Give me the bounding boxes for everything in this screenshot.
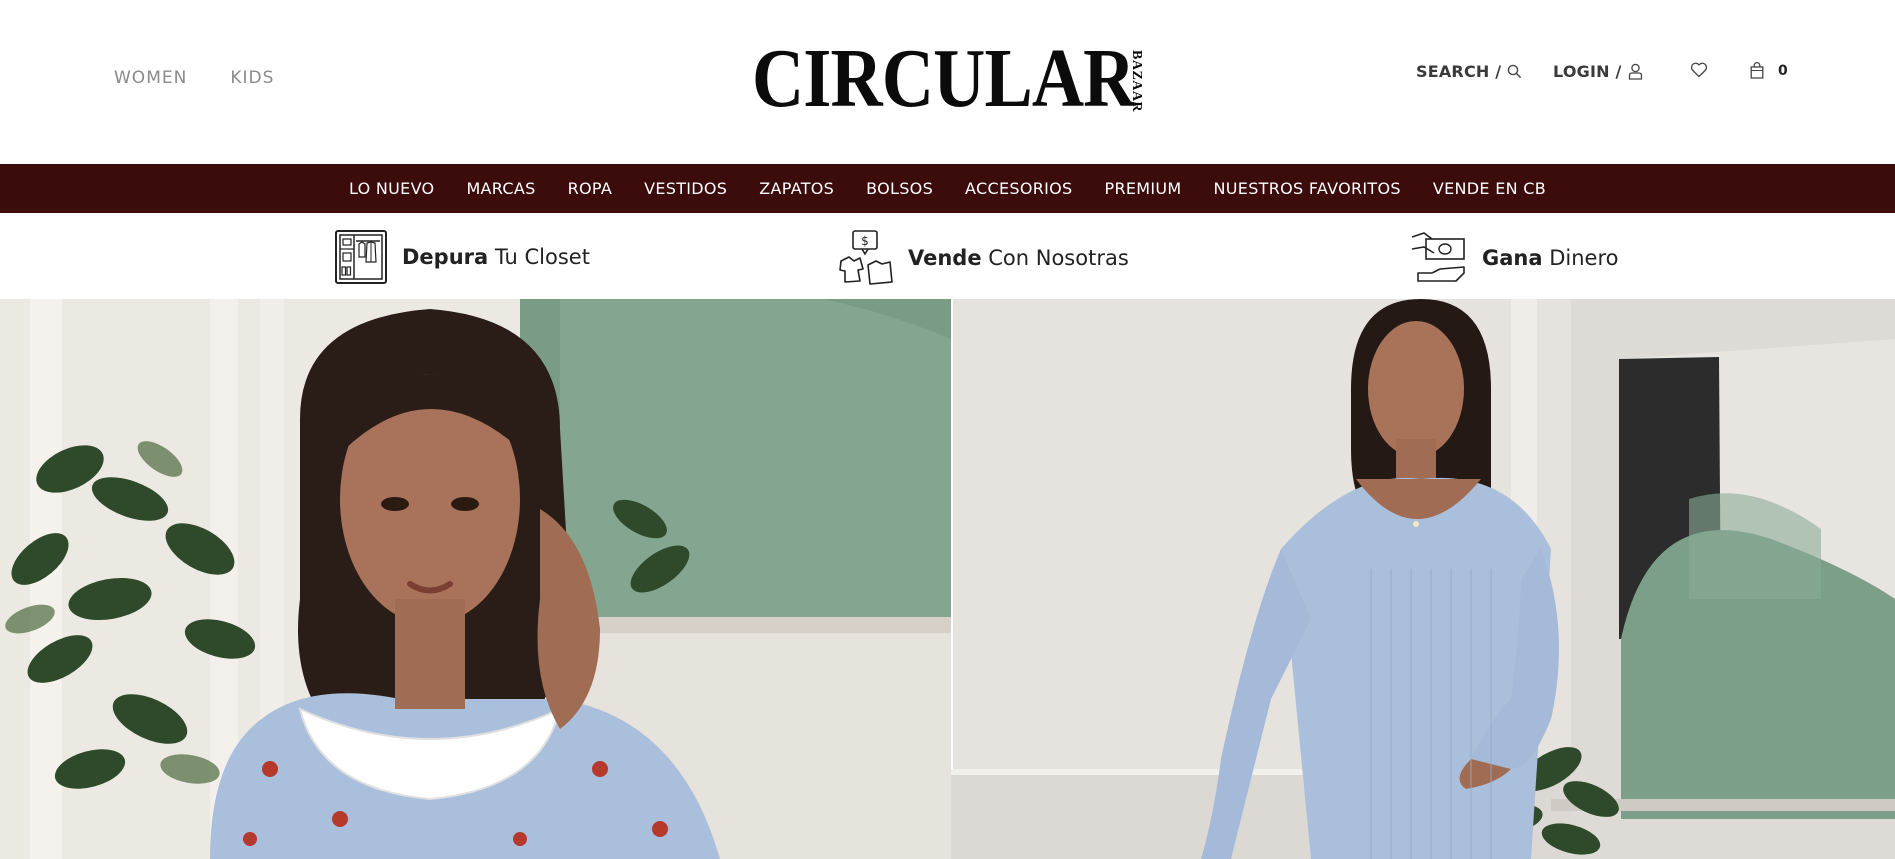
value-prop-declutter-bold: Depura [402, 245, 489, 269]
hero-image-left[interactable] [0, 299, 951, 859]
search-button[interactable]: SEARCH / [1416, 62, 1522, 81]
category-vestidos[interactable]: VESTIDOS [628, 179, 743, 198]
value-prop-declutter-text: Depura Tu Closet [402, 245, 590, 269]
model-floral-blouse-illustration [0, 299, 951, 859]
value-prop-sell-text: Vende Con Nosotras [908, 246, 1129, 270]
model-knit-dress-illustration [951, 299, 1895, 859]
category-lo-nuevo[interactable]: LO NUEVO [333, 179, 450, 198]
value-prop-earn-bold: Gana [1482, 246, 1543, 270]
value-prop-earn-rest: Dinero [1542, 246, 1619, 270]
category-marcas[interactable]: MARCAS [450, 179, 551, 198]
cart-button[interactable]: 0 [1750, 62, 1788, 79]
search-icon [1508, 64, 1522, 79]
category-bolsos[interactable]: BOLSOS [850, 179, 949, 198]
closet-icon [335, 230, 387, 284]
site-header: WOMEN KIDS CIRCULAR BAZAAR SEARCH / LOGI… [0, 0, 1895, 164]
value-prop-earn[interactable]: Gana Dinero [1410, 229, 1618, 287]
login-label: LOGIN / [1553, 62, 1622, 81]
heart-icon [1690, 62, 1708, 78]
sell-clothes-icon: $ [839, 230, 893, 285]
logo-wordmark: CIRCULAR [752, 32, 1135, 125]
value-prop-sell[interactable]: $ Vende Con Nosotras [838, 229, 1129, 287]
cart-count: 0 [1778, 62, 1788, 79]
category-accesorios[interactable]: ACCESORIOS [949, 179, 1088, 198]
login-button[interactable]: LOGIN / [1553, 62, 1643, 81]
category-zapatos[interactable]: ZAPATOS [743, 179, 850, 198]
value-prop-sell-rest: Con Nosotras [981, 246, 1129, 270]
svg-text:$: $ [861, 234, 869, 248]
bag-icon [1750, 62, 1764, 79]
user-icon [1628, 63, 1642, 80]
logo-subtitle: BAZAAR [1129, 50, 1144, 113]
gender-nav: WOMEN KIDS [114, 68, 274, 88]
wishlist-button[interactable] [1690, 62, 1708, 78]
nav-women[interactable]: WOMEN [114, 68, 187, 88]
hero-banner[interactable] [0, 299, 1895, 859]
hero-image-right[interactable] [951, 299, 1895, 859]
money-hand-icon [1411, 232, 1465, 282]
value-prop-declutter-rest: Tu Closet [488, 245, 590, 269]
category-vende-en-cb[interactable]: VENDE EN CB [1417, 179, 1562, 198]
value-prop-sell-bold: Vende [908, 246, 982, 270]
site-logo[interactable]: CIRCULAR [752, 32, 1147, 125]
category-ropa[interactable]: ROPA [552, 179, 628, 198]
value-prop-earn-text: Gana Dinero [1482, 246, 1618, 270]
nav-kids[interactable]: KIDS [230, 68, 274, 88]
category-nuestros-favoritos[interactable]: NUESTROS FAVORITOS [1198, 179, 1417, 198]
search-label: SEARCH / [1416, 62, 1502, 81]
category-nav: LO NUEVO MARCAS ROPA VESTIDOS ZAPATOS BO… [0, 164, 1895, 213]
category-premium[interactable]: PREMIUM [1089, 179, 1198, 198]
value-props-strip: Depura Tu Closet $ Vende Con Nosotras Ga… [0, 213, 1895, 299]
value-prop-declutter[interactable]: Depura Tu Closet [334, 229, 590, 285]
